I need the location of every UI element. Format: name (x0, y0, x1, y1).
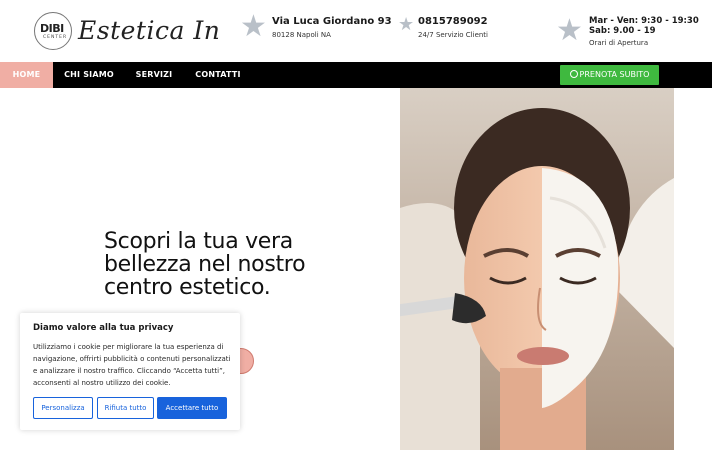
address-city: 80128 Napoli NA (272, 31, 331, 39)
hours-saturday: Sab: 9.00 - 19 (589, 26, 656, 36)
logo-script-text: Estetica In (78, 16, 221, 45)
cookie-accept-button[interactable]: Accettare tutto (157, 397, 227, 419)
cookie-banner: Diamo valore alla tua privacy Utilizziam… (20, 313, 240, 430)
phone-number[interactable]: 0815789092 (418, 16, 488, 27)
book-now-label: PRENOTA SUBITO (579, 70, 650, 79)
cookie-text: Utilizziamo i cookie per migliorare la t… (33, 343, 231, 387)
address-street: Via Luca Giordano 93 (272, 16, 392, 27)
cookie-title: Diamo valore alla tua privacy (33, 323, 174, 333)
star-icon: ★ (556, 13, 583, 48)
hours-caption: Orari di Apertura (589, 39, 649, 47)
header-address: ★ Via Luca Giordano 93 80128 Napoli NA (240, 9, 392, 52)
star-icon: ★ (398, 14, 415, 35)
hero-title: Scopri la tua vera bellezza nel nostro c… (104, 229, 306, 300)
header-hours: ★ Mar - Ven: 9:30 - 19:30 Sab: 9.00 - 19… (556, 12, 720, 52)
book-now-button[interactable]: PRENOTA SUBITO (560, 65, 659, 85)
phone-caption: 24/7 Servizio Clienti (418, 31, 488, 39)
main-nav: HOME CHI SIAMO SERVIZI CONTATTI PRENOTA … (0, 62, 712, 88)
nav-item-contatti[interactable]: CONTATTI (190, 62, 246, 88)
nav-item-chi-siamo[interactable]: CHI SIAMO (60, 62, 118, 88)
logo-mark-text: DIBI (40, 22, 64, 35)
nav-item-servizi[interactable]: SERVIZI (130, 62, 178, 88)
cookie-reject-button[interactable]: Rifiuta tutto (97, 397, 154, 419)
site-header: DIBI CENTER Estetica In ★ Via Luca Giord… (0, 0, 720, 62)
nav-item-home[interactable]: HOME (0, 62, 53, 88)
hours-weekday: Mar - Ven: 9:30 - 19:30 (589, 16, 699, 26)
star-icon: ★ (240, 9, 267, 44)
logo[interactable]: DIBI CENTER Estetica In (34, 12, 220, 52)
header-phone: ★ 0815789092 24/7 Servizio Clienti (398, 12, 538, 52)
cookie-customize-button[interactable]: Personalizza (33, 397, 93, 419)
logo-mark-sub: CENTER (43, 35, 68, 40)
hero-face-illustration (400, 88, 674, 450)
hero-image (400, 88, 674, 450)
logo-mark: DIBI CENTER (34, 12, 72, 50)
whatsapp-icon (569, 70, 578, 78)
